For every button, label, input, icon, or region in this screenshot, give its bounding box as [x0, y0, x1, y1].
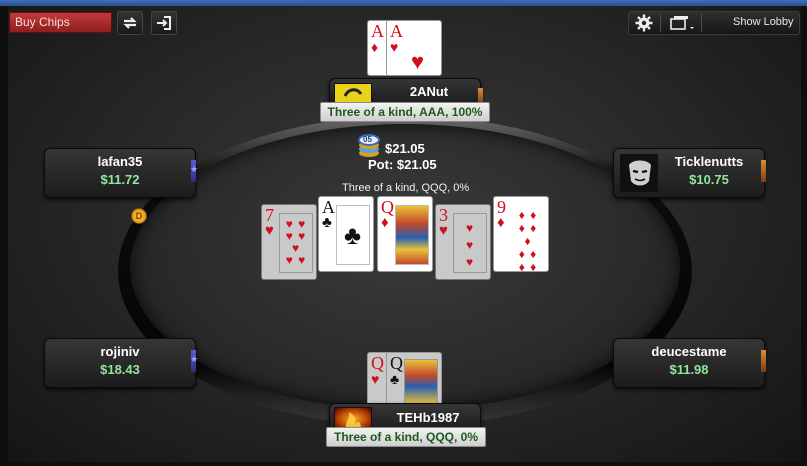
card-rank: A: [390, 21, 403, 41]
player-name: lafan35: [97, 154, 143, 169]
card-face-pips: ♥ ♥ ♥ ♥ ♥ ♥ ♥: [279, 213, 313, 273]
toolbar-divider: [701, 14, 702, 32]
card-center-pip: ♥: [411, 49, 425, 74]
card-suit: ♥: [439, 222, 448, 239]
seat-top-left[interactable]: lafan35 $11.72: [44, 148, 196, 198]
card-face-pips: ♥ ♥ ♥: [453, 213, 487, 273]
settings-button[interactable]: [631, 11, 657, 35]
card-rank: A: [371, 21, 384, 41]
leave-table-button[interactable]: [151, 11, 177, 35]
board-card-1: 7 ♥ ♥ ♥ ♥ ♥ ♥ ♥ ♥: [261, 204, 317, 280]
seat-bottom-left[interactable]: rojiniv $18.43: [44, 338, 196, 388]
board-card-5: 9 ♦ ♦ ♦ ♦ ♦ ♦ ♦ ♦ ♦ ♦: [493, 196, 549, 274]
player-stack: $18.43: [100, 362, 140, 377]
current-bet-amount: $21.05: [385, 141, 425, 156]
card-suit: ♣: [390, 371, 400, 387]
pot-chips-icon: 05: [358, 132, 380, 158]
seat-top-right[interactable]: Ticklenutts $10.75: [613, 148, 765, 198]
leave-table-icon: [157, 16, 171, 30]
pot-total: Pot: $21.05: [368, 157, 437, 172]
card-rank: Q: [371, 353, 384, 373]
card-suit: ♦: [381, 214, 389, 231]
card-suit: ♥: [265, 222, 274, 239]
star-icon: ★: [190, 354, 199, 364]
player-name: 2ANut: [409, 84, 449, 99]
queen-face-art: [395, 205, 429, 265]
avatar: [620, 154, 658, 192]
refresh-icon: [123, 17, 137, 29]
show-lobby-button[interactable]: Show Lobby: [733, 16, 794, 28]
card-center-pip: ♣: [336, 205, 370, 265]
top-hand-strength: Three of a kind, AAA, 100%: [320, 102, 490, 122]
avatar: [334, 83, 372, 103]
seat-notch: [761, 160, 766, 182]
card-suit: ♦: [371, 39, 379, 55]
player-name: TEHb1987: [396, 410, 460, 425]
star-icon: ★: [190, 164, 199, 174]
layout-button[interactable]: [666, 11, 698, 35]
card-suit: ♥: [390, 39, 399, 55]
player-name: Ticklenutts: [674, 154, 744, 169]
board-card-4: 3 ♥ ♥ ♥ ♥: [435, 204, 491, 280]
window-top-border: [0, 0, 807, 6]
hero-card-2: Q ♣: [386, 352, 442, 408]
card-suit: ♣: [322, 214, 332, 231]
top-player-card-2: A ♥ ♥: [386, 20, 442, 76]
snake-avatar-icon: [343, 88, 363, 97]
refresh-button[interactable]: [117, 11, 143, 35]
player-stack: $11.72: [100, 172, 140, 187]
toolbar-divider: [660, 14, 661, 32]
card-face-pips: ♦ ♦ ♦ ♦ ♦ ♦ ♦ ♦ ♦: [518, 208, 538, 274]
dealer-button: D: [131, 208, 147, 224]
chip-value-label: 05: [363, 135, 372, 144]
player-name: deucestame: [651, 344, 727, 359]
seat-bottom-right[interactable]: deucestame $11.98: [613, 338, 765, 388]
window-layout-icon: [670, 16, 694, 30]
board-hand-strength: Three of a kind, QQQ, 0%: [342, 182, 470, 194]
player-name: rojiniv: [100, 344, 140, 359]
poker-table-window: Buy Chips Show Lobby A ♦ A ♥ ♥ 2ANut Thr…: [0, 0, 807, 466]
left-edge: [0, 6, 8, 466]
card-suit: ♥: [371, 371, 380, 387]
seat-notch: [761, 350, 766, 372]
player-stack: $10.75: [689, 172, 729, 187]
card-suit: ♦: [497, 214, 505, 231]
right-edge: [801, 6, 807, 466]
player-stack: $11.98: [669, 362, 709, 377]
board-card-2: A ♣ ♣: [318, 196, 374, 272]
board-card-3: Q ♦: [377, 196, 433, 272]
queen-face-art: [404, 359, 438, 405]
bottom-strip: [0, 462, 807, 466]
card-rank: Q: [390, 353, 403, 373]
gear-icon: [635, 14, 653, 32]
buy-chips-button[interactable]: Buy Chips: [9, 12, 112, 33]
hero-hand-strength: Three of a kind, QQQ, 0%: [326, 427, 486, 447]
